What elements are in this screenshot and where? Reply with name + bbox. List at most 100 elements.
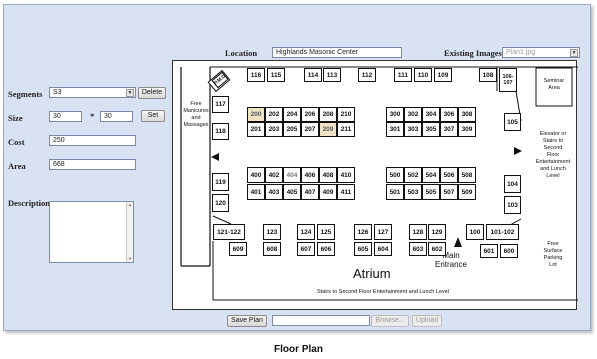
booth-305[interactable]: 305 xyxy=(422,122,440,137)
booth-109[interactable]: 109 xyxy=(434,68,452,82)
area-input[interactable]: 668 xyxy=(49,159,136,170)
booth-210[interactable]: 210 xyxy=(337,107,355,122)
booth-608[interactable]: 608 xyxy=(263,242,281,256)
size-width-input[interactable]: 30 xyxy=(49,111,82,122)
booth-201[interactable]: 201 xyxy=(247,122,265,137)
booth-602[interactable]: 602 xyxy=(428,242,446,256)
description-scrollbar[interactable]: ▲ ▼ xyxy=(126,202,133,262)
chevron-down-icon[interactable]: ▼ xyxy=(570,49,578,57)
booth-129[interactable]: 129 xyxy=(428,224,446,240)
booth-302[interactable]: 302 xyxy=(404,107,422,122)
booth-120[interactable]: 120 xyxy=(212,194,229,212)
booth-206[interactable]: 206 xyxy=(301,107,319,122)
set-button[interactable]: Set xyxy=(141,110,165,122)
booth-307[interactable]: 307 xyxy=(440,122,458,137)
booth-407[interactable]: 407 xyxy=(301,184,319,200)
booth-128[interactable]: 128 xyxy=(409,224,427,240)
location-input[interactable]: Highlands Masonic Center xyxy=(272,47,402,58)
booth-106-107[interactable]: 106-107 xyxy=(499,68,517,92)
booth-404[interactable]: 404 xyxy=(283,167,301,183)
booth-104[interactable]: 104 xyxy=(504,175,521,193)
scroll-down-icon[interactable]: ▼ xyxy=(127,256,133,262)
booth-410[interactable]: 410 xyxy=(337,167,355,183)
booth-202[interactable]: 202 xyxy=(265,107,283,122)
booth-105[interactable]: 105 xyxy=(504,113,521,131)
booth-127[interactable]: 127 xyxy=(374,224,392,240)
booth-605[interactable]: 605 xyxy=(354,242,372,256)
file-path-input[interactable] xyxy=(272,315,370,326)
booth-406[interactable]: 406 xyxy=(301,167,319,183)
booth-205[interactable]: 205 xyxy=(283,122,301,137)
existing-images-select[interactable]: Plan1.jpg ▼ xyxy=(502,47,580,58)
booth-112[interactable]: 112 xyxy=(358,68,376,82)
booth-204[interactable]: 204 xyxy=(283,107,301,122)
booth-507[interactable]: 507 xyxy=(440,184,458,200)
booth-506[interactable]: 506 xyxy=(440,167,458,183)
booth-501[interactable]: 501 xyxy=(386,184,404,200)
booth-121-122[interactable]: 121-122 xyxy=(213,224,245,240)
booth-116[interactable]: 116 xyxy=(247,68,265,82)
booth-203[interactable]: 203 xyxy=(265,122,283,137)
cost-input[interactable]: 250 xyxy=(49,135,136,146)
booth-100[interactable]: 100 xyxy=(466,224,484,240)
booth-126[interactable]: 126 xyxy=(354,224,372,240)
booth-504[interactable]: 504 xyxy=(422,167,440,183)
booth-103[interactable]: 103 xyxy=(504,196,521,214)
booth-600[interactable]: 600 xyxy=(500,244,518,258)
booth-606[interactable]: 606 xyxy=(317,242,335,256)
booth-111[interactable]: 111 xyxy=(394,68,412,82)
size-height-input[interactable]: 30 xyxy=(100,111,133,122)
floor-plan-canvas[interactable]: Free Manicures and Massages Seminar Area El… xyxy=(172,60,578,310)
booth-115[interactable]: 115 xyxy=(267,68,285,82)
booth-604[interactable]: 604 xyxy=(374,242,392,256)
booth-300[interactable]: 300 xyxy=(386,107,404,122)
booth-209[interactable]: 209 xyxy=(319,122,337,137)
upload-button[interactable]: Upload xyxy=(412,315,442,327)
booth-114[interactable]: 114 xyxy=(304,68,322,82)
save-plan-button[interactable]: Save Plan xyxy=(227,315,267,327)
booth-607[interactable]: 607 xyxy=(297,242,315,256)
booth-303[interactable]: 303 xyxy=(404,122,422,137)
booth-403[interactable]: 403 xyxy=(265,184,283,200)
chevron-down-icon[interactable]: ▼ xyxy=(126,89,134,97)
booth-108[interactable]: 108 xyxy=(479,68,497,82)
booth-409[interactable]: 409 xyxy=(319,184,337,200)
booth-400[interactable]: 400 xyxy=(247,167,265,183)
booth-207[interactable]: 207 xyxy=(301,122,319,137)
booth-117[interactable]: 117 xyxy=(212,96,229,113)
booth-402[interactable]: 402 xyxy=(265,167,283,183)
booth-508[interactable]: 508 xyxy=(458,167,476,183)
booth-502[interactable]: 502 xyxy=(404,167,422,183)
booth-309[interactable]: 309 xyxy=(458,122,476,137)
booth-603[interactable]: 603 xyxy=(409,242,427,256)
booth-405[interactable]: 405 xyxy=(283,184,301,200)
booth-505[interactable]: 505 xyxy=(422,184,440,200)
booth-304[interactable]: 304 xyxy=(422,107,440,122)
booth-609[interactable]: 609 xyxy=(229,242,247,256)
booth-601[interactable]: 601 xyxy=(480,244,498,258)
booth-123[interactable]: 123 xyxy=(263,224,281,240)
delete-button[interactable]: Delete xyxy=(138,87,166,99)
browse-button[interactable]: Browse... xyxy=(371,315,409,327)
segments-select[interactable]: S3 ▼ xyxy=(49,87,136,98)
scroll-up-icon[interactable]: ▲ xyxy=(127,202,133,208)
booth-110[interactable]: 110 xyxy=(414,68,432,82)
booth-408[interactable]: 408 xyxy=(319,167,337,183)
booth-401[interactable]: 401 xyxy=(247,184,265,200)
description-textarea[interactable]: ▲ ▼ xyxy=(49,201,134,263)
booth-125[interactable]: 125 xyxy=(317,224,335,240)
booth-306[interactable]: 306 xyxy=(440,107,458,122)
booth-101-102[interactable]: 101-102 xyxy=(486,224,519,240)
booth-503[interactable]: 503 xyxy=(404,184,422,200)
booth-200[interactable]: 200 xyxy=(247,107,265,122)
booth-509[interactable]: 509 xyxy=(458,184,476,200)
booth-113[interactable]: 113 xyxy=(323,68,341,82)
booth-208[interactable]: 208 xyxy=(319,107,337,122)
booth-301[interactable]: 301 xyxy=(386,122,404,137)
booth-500[interactable]: 500 xyxy=(386,167,404,183)
booth-124[interactable]: 124 xyxy=(297,224,315,240)
booth-308[interactable]: 308 xyxy=(458,107,476,122)
booth-119[interactable]: 119 xyxy=(212,173,229,191)
booth-211[interactable]: 211 xyxy=(337,122,355,137)
booth-118[interactable]: 118 xyxy=(212,123,229,140)
